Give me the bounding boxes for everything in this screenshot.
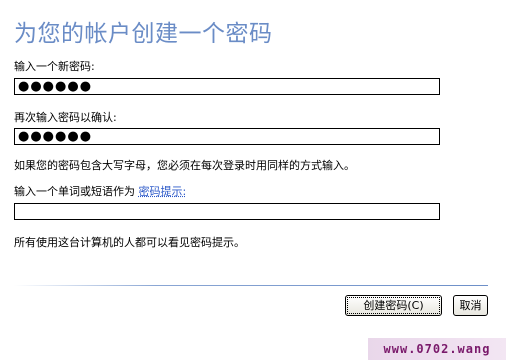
new-password-field[interactable]: ●●●●●● bbox=[14, 78, 440, 95]
case-sensitivity-note: 如果您的密码包含大写字母，您必须在每次登录时用同样的方式输入。 bbox=[14, 159, 355, 172]
confirm-password-field[interactable]: ●●●●●● bbox=[14, 128, 440, 145]
watermark: www.0702.wang bbox=[368, 338, 506, 360]
create-password-button[interactable]: 创建密码(C) bbox=[345, 295, 442, 316]
confirm-password-label: 再次输入密码以确认: bbox=[14, 111, 117, 124]
page-title: 为您的帐户创建一个密码 bbox=[14, 21, 273, 47]
hint-label-prefix: 输入一个单词或短语作为 bbox=[14, 185, 135, 198]
password-hint-field[interactable] bbox=[14, 203, 440, 220]
divider bbox=[14, 285, 488, 286]
create-password-button-label: 创建密码(C) bbox=[347, 297, 440, 314]
password-hint-link[interactable]: 密码提示: bbox=[139, 185, 187, 198]
cancel-button[interactable]: 取消 bbox=[453, 295, 488, 316]
hint-label: 输入一个单词或短语作为 密码提示: bbox=[14, 183, 186, 199]
hint-visibility-note: 所有使用这台计算机的人都可以看见密码提示。 bbox=[14, 236, 245, 249]
new-password-label: 输入一个新密码: bbox=[14, 60, 95, 73]
